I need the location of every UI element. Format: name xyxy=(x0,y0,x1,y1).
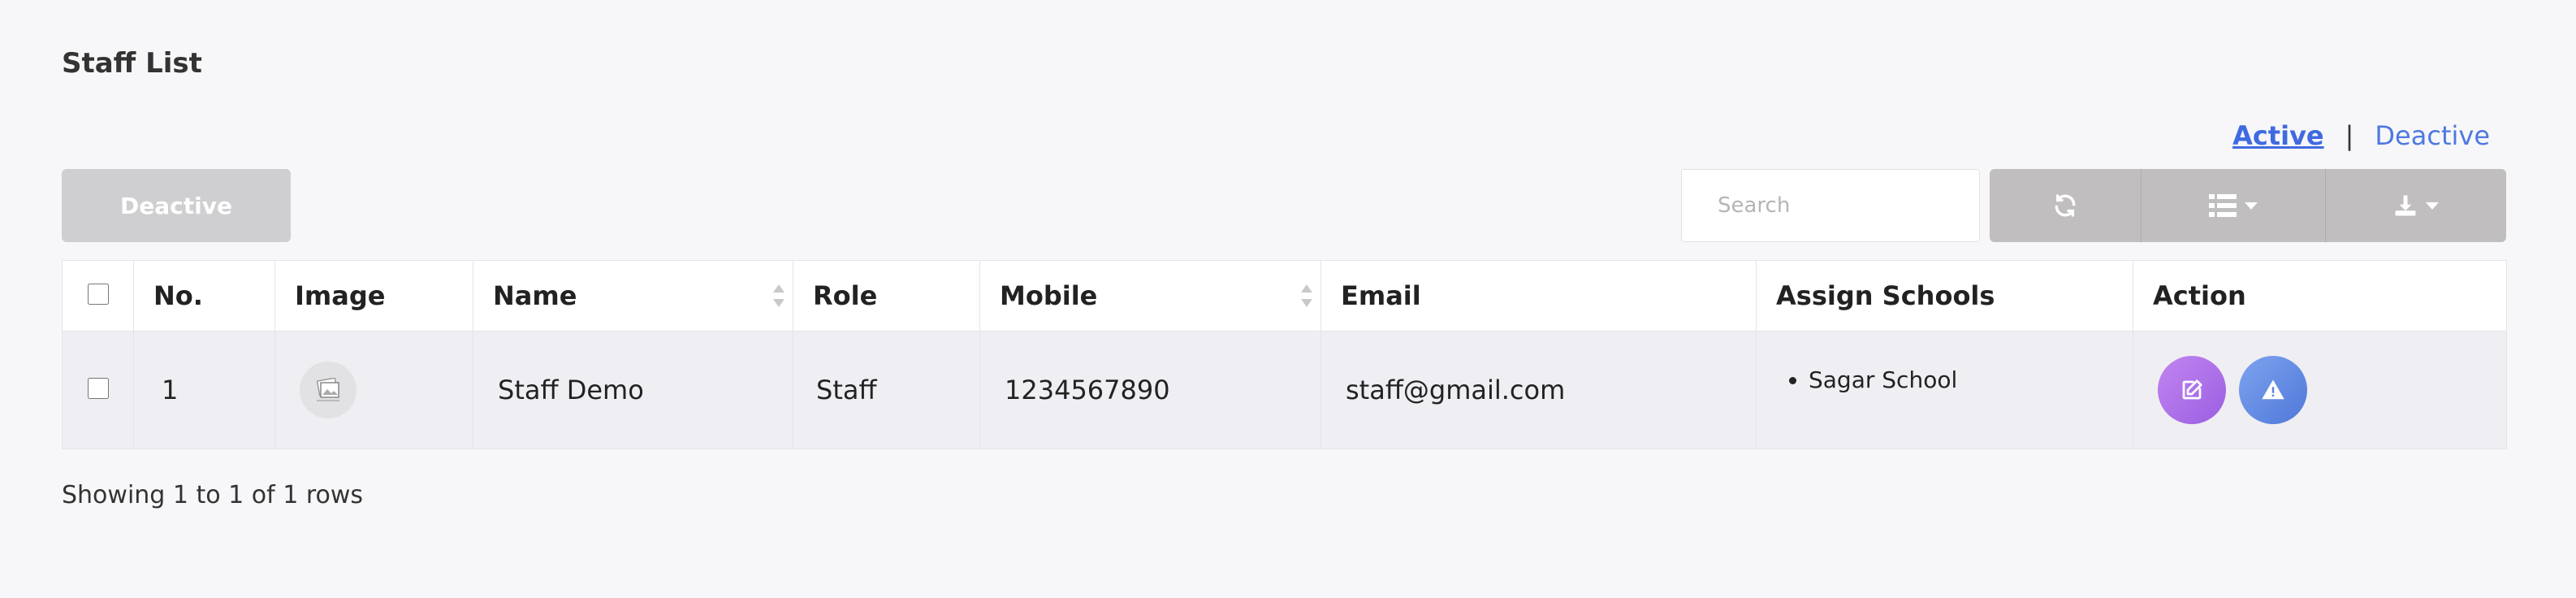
header-no: No. xyxy=(133,260,275,332)
cell-assign-schools: Sagar School xyxy=(1756,331,2133,449)
table-header-row: No. Image Name Role Mobile Email Assign … xyxy=(62,260,2507,332)
cell-mobile: 1234567890 xyxy=(979,331,1321,449)
table-toolbar xyxy=(1990,169,2506,242)
chevron-down-icon xyxy=(2245,202,2258,210)
select-all-checkbox[interactable] xyxy=(87,284,109,305)
header-action: Action xyxy=(2133,260,2507,332)
refresh-icon xyxy=(2055,194,2076,217)
staff-table: No. Image Name Role Mobile Email Assign … xyxy=(62,260,2507,449)
deactivate-button[interactable] xyxy=(2239,356,2307,424)
cell-action xyxy=(2133,331,2507,449)
search-input[interactable] xyxy=(1681,169,1980,242)
pagination-summary: Showing 1 to 1 of 1 rows xyxy=(62,481,364,509)
sort-icon xyxy=(773,284,784,307)
refresh-button[interactable] xyxy=(1990,169,2142,242)
cell-no: 1 xyxy=(133,331,275,449)
chevron-down-icon xyxy=(2426,202,2439,210)
school-item: Sagar School xyxy=(1809,366,2110,393)
columns-toggle-button[interactable] xyxy=(2142,169,2326,242)
edit-button[interactable] xyxy=(2158,356,2226,424)
header-assign-schools: Assign Schools xyxy=(1756,260,2133,332)
columns-icon xyxy=(2209,194,2237,217)
no-image-icon xyxy=(316,378,339,401)
export-icon xyxy=(2395,195,2416,216)
status-separator: | xyxy=(2345,120,2354,151)
header-name-label: Name xyxy=(493,280,577,311)
page-title: Staff List xyxy=(62,47,202,80)
cell-role: Staff xyxy=(793,331,980,449)
cell-email: staff@gmail.com xyxy=(1320,331,1757,449)
header-name[interactable]: Name xyxy=(473,260,793,332)
header-email: Email xyxy=(1320,260,1757,332)
edit-icon xyxy=(2182,379,2202,400)
warning-icon xyxy=(2262,379,2284,400)
staff-image xyxy=(300,362,357,418)
header-mobile-label: Mobile xyxy=(1000,280,1098,311)
table-row: 1 Staff Demo Staff 1234567890 staff@gmai… xyxy=(62,331,2507,449)
deactive-button[interactable]: Deactive xyxy=(62,169,291,242)
header-role: Role xyxy=(793,260,980,332)
export-button[interactable] xyxy=(2326,169,2506,242)
cell-name: Staff Demo xyxy=(473,331,793,449)
status-filter: Active | Deactive xyxy=(2232,120,2490,151)
active-link[interactable]: Active xyxy=(2232,120,2324,151)
header-image: Image xyxy=(274,260,473,332)
header-mobile[interactable]: Mobile xyxy=(979,260,1321,332)
deactive-link[interactable]: Deactive xyxy=(2375,120,2490,151)
row-checkbox[interactable] xyxy=(87,378,109,399)
schools-list: Sagar School xyxy=(1779,366,2110,393)
sort-icon xyxy=(1301,284,1312,307)
